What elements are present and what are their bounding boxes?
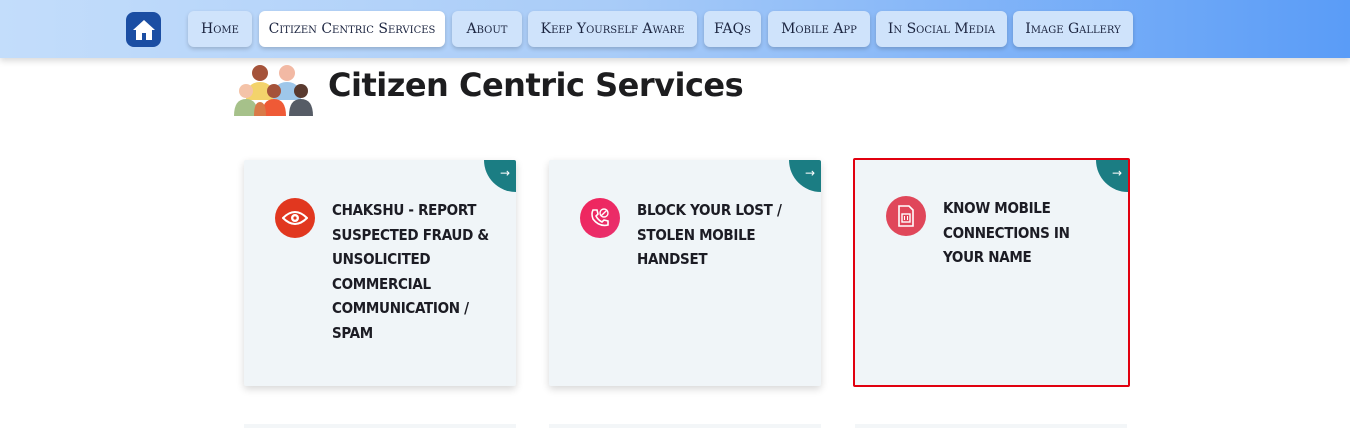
home-icon bbox=[132, 19, 155, 40]
sim-card-icon bbox=[886, 196, 926, 236]
phone-block-icon bbox=[580, 198, 620, 238]
service-card-know-mobile-connections[interactable]: → Know Mobile Connections in Your Name bbox=[853, 158, 1130, 387]
next-row-card-edge bbox=[549, 424, 821, 428]
top-navbar: Home Citizen Centric Services About Keep… bbox=[0, 0, 1350, 58]
nav-image-gallery[interactable]: Image Gallery bbox=[1013, 11, 1133, 47]
nav-citizen-centric-services[interactable]: Citizen Centric Services bbox=[259, 11, 445, 47]
arrow-right-icon[interactable]: → bbox=[789, 160, 821, 192]
eye-icon bbox=[275, 198, 315, 238]
nav-mobile-app[interactable]: Mobile App bbox=[768, 11, 870, 47]
card-label: Block Your Lost / Stolen Mobile Handset bbox=[637, 201, 782, 268]
arrow-right-icon[interactable]: → bbox=[1096, 160, 1128, 192]
people-group-icon bbox=[234, 65, 313, 116]
nav-home[interactable]: Home bbox=[188, 11, 252, 47]
arrow-right-icon[interactable]: → bbox=[484, 160, 516, 192]
page-title: Citizen Centric Services bbox=[328, 66, 744, 104]
service-card-block-lost-handset[interactable]: → Block Your Lost / Stolen Mobile Handse… bbox=[549, 160, 821, 386]
service-card-chakshu[interactable]: → Chakshu - Report Suspected Fraud & Uns… bbox=[244, 160, 516, 386]
home-button[interactable] bbox=[126, 12, 161, 47]
card-label: Chakshu - Report Suspected Fraud & Unsol… bbox=[332, 201, 489, 342]
next-row-card-edge bbox=[244, 424, 516, 428]
nav-about[interactable]: About bbox=[452, 11, 522, 47]
nav-in-social-media[interactable]: In Social Media bbox=[876, 11, 1007, 47]
nav-keep-yourself-aware[interactable]: Keep Yourself Aware bbox=[528, 11, 697, 47]
next-row-card-edge bbox=[855, 424, 1127, 428]
card-label: Know Mobile Connections in Your Name bbox=[943, 199, 1070, 266]
nav-faqs[interactable]: FAQs bbox=[704, 11, 761, 47]
